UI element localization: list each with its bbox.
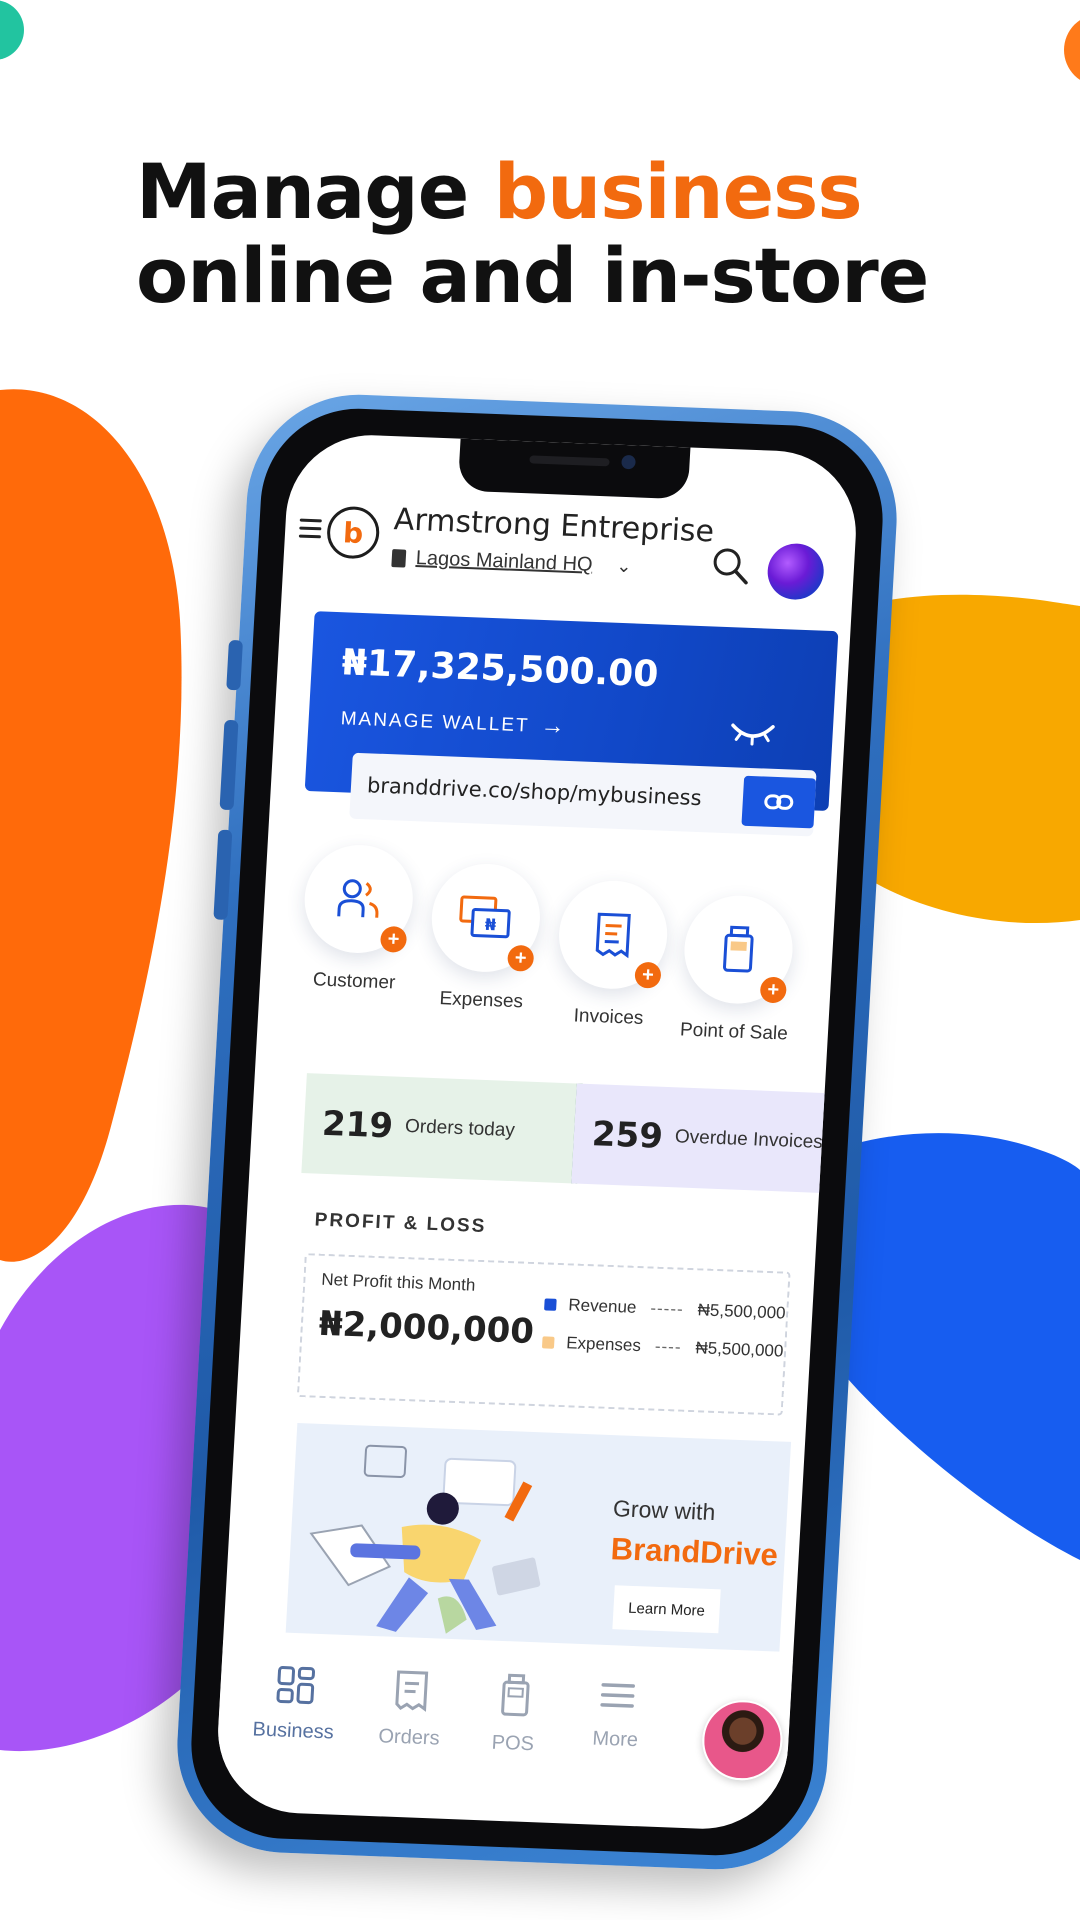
profit-loss-title: PROFIT & LOSS xyxy=(314,1209,487,1238)
orders-today-label: Orders today xyxy=(404,1115,516,1142)
net-profit-label: Net Profit this Month xyxy=(320,1269,476,1295)
business-name: Armstrong Entreprise xyxy=(392,502,715,550)
banner-brand-text: BrandDrive xyxy=(609,1531,779,1573)
hamburger-icon xyxy=(600,1683,635,1708)
nav-pos[interactable]: POS xyxy=(457,1671,572,1757)
nav-more[interactable]: More xyxy=(560,1675,674,1753)
profit-loss-card[interactable]: Net Profit this Month ₦2,000,000 Revenue… xyxy=(296,1253,791,1416)
hide-balance-icon[interactable] xyxy=(728,715,778,747)
location-selector[interactable]: Lagos Mainland HQ ⌄ xyxy=(391,546,632,578)
action-expenses[interactable]: ₦ + Expenses xyxy=(421,861,549,1014)
nav-label: More xyxy=(591,1727,639,1752)
account-avatar[interactable] xyxy=(766,542,826,601)
leader-dashes: ----- xyxy=(649,1298,685,1319)
pos-terminal-icon xyxy=(501,1673,530,1717)
net-profit-value: ₦2,000,000 xyxy=(317,1303,536,1352)
arrow-right-icon[interactable]: → xyxy=(540,712,565,741)
nav-orders[interactable]: Orders xyxy=(353,1667,467,1751)
quick-actions: + Customer ₦ + Expenses + Invoices + Poi… xyxy=(291,843,837,1053)
nav-business[interactable]: Business xyxy=(238,1663,352,1745)
headline-accent: business xyxy=(493,147,863,236)
banner-grow-text: Grow with xyxy=(612,1495,717,1526)
legend-expenses: Expenses ---- ₦5,500,000 xyxy=(541,1332,784,1361)
phone-bezel: b Armstrong Entreprise Lagos Mainland HQ… xyxy=(186,405,888,1859)
headline: Manage business online and in-store xyxy=(136,147,929,320)
overdue-invoices-count: 259 xyxy=(590,1114,665,1157)
orders-today-card[interactable]: 219 Orders today xyxy=(301,1073,583,1184)
headline-line2: online and in-store xyxy=(136,231,929,320)
action-invoices[interactable]: + Invoices xyxy=(548,878,676,1031)
speaker xyxy=(529,455,610,467)
nav-label: Business xyxy=(252,1718,335,1744)
wallet-balance: ₦17,325,500.00 xyxy=(340,642,660,696)
orders-today-count: 219 xyxy=(321,1103,395,1147)
overdue-invoices-label: Overdue Invoices xyxy=(674,1126,824,1153)
action-circle: ₦ + xyxy=(428,861,543,974)
action-customer[interactable]: + Customer xyxy=(294,843,422,995)
receipt-icon xyxy=(395,1670,429,1712)
headline-plain: Manage xyxy=(136,147,494,236)
promo-banner: Grow with BrandDrive Learn More xyxy=(285,1422,792,1652)
action-label: Customer xyxy=(312,969,396,994)
expenses-label: Expenses xyxy=(565,1333,642,1356)
revenue-swatch xyxy=(544,1298,557,1311)
expenses-swatch xyxy=(541,1336,555,1349)
revenue-label: Revenue xyxy=(567,1295,637,1317)
profile-avatar[interactable] xyxy=(700,1698,785,1782)
link-icon xyxy=(764,794,794,810)
chevron-down-icon: ⌄ xyxy=(615,555,633,577)
add-sale-icon[interactable]: + xyxy=(759,976,788,1004)
manage-wallet-link[interactable]: MANAGE WALLET xyxy=(340,708,530,737)
nav-label: POS xyxy=(491,1731,535,1756)
action-label: Invoices xyxy=(573,1005,644,1030)
action-label: Expenses xyxy=(438,988,524,1013)
building-icon xyxy=(391,548,407,568)
customer-icon xyxy=(337,879,379,918)
silent-switch xyxy=(226,639,243,691)
bottom-navigation: Business Orders POS More xyxy=(215,1640,793,1802)
add-expense-icon[interactable]: + xyxy=(506,944,535,972)
banner-illustration xyxy=(309,1444,541,1634)
notch xyxy=(457,438,691,500)
location-label: Lagos Mainland HQ xyxy=(415,547,594,576)
pos-icon xyxy=(722,925,754,973)
action-circle: + xyxy=(301,843,416,956)
learn-more-button[interactable]: Learn More xyxy=(612,1585,721,1634)
orange-corner-blob xyxy=(1064,20,1080,80)
shop-url: branddrive.co/shop/mybusiness xyxy=(366,773,703,811)
orange-blob xyxy=(0,389,182,1262)
search-icon[interactable] xyxy=(709,544,751,585)
app-header: b Armstrong Entreprise Lagos Mainland HQ… xyxy=(281,492,857,624)
legend-revenue: Revenue ----- ₦5,500,000 xyxy=(544,1294,786,1323)
action-point-of-sale[interactable]: + Point of Sale xyxy=(673,893,801,1045)
revenue-value: ₦5,500,000 xyxy=(697,1300,787,1323)
add-customer-icon[interactable]: + xyxy=(379,925,408,953)
action-label: Point of Sale xyxy=(679,1019,789,1045)
phone-screen: b Armstrong Entreprise Lagos Mainland HQ… xyxy=(213,432,861,1832)
nav-label: Orders xyxy=(377,1725,441,1750)
overdue-invoices-card[interactable]: 259 Overdue Invoices xyxy=(571,1083,853,1194)
invoices-icon xyxy=(595,912,631,959)
svg-text:₦: ₦ xyxy=(484,915,496,934)
menu-icon[interactable] xyxy=(298,518,322,544)
front-camera xyxy=(621,454,636,470)
leader-dashes: ---- xyxy=(654,1336,683,1357)
phone-mockup: b Armstrong Entreprise Lagos Mainland HQ… xyxy=(171,390,903,1874)
expenses-value: ₦5,500,000 xyxy=(695,1338,784,1361)
action-circle: + xyxy=(556,878,671,991)
grid-icon xyxy=(276,1666,316,1705)
copy-link-button[interactable] xyxy=(741,775,817,829)
brand-logo: b xyxy=(325,505,381,560)
add-invoice-icon[interactable]: + xyxy=(634,961,662,989)
logo-glyph: b xyxy=(342,515,365,550)
expenses-icon: ₦ xyxy=(459,895,511,939)
teal-corner-blob xyxy=(0,0,24,60)
action-circle: + xyxy=(681,893,796,1006)
